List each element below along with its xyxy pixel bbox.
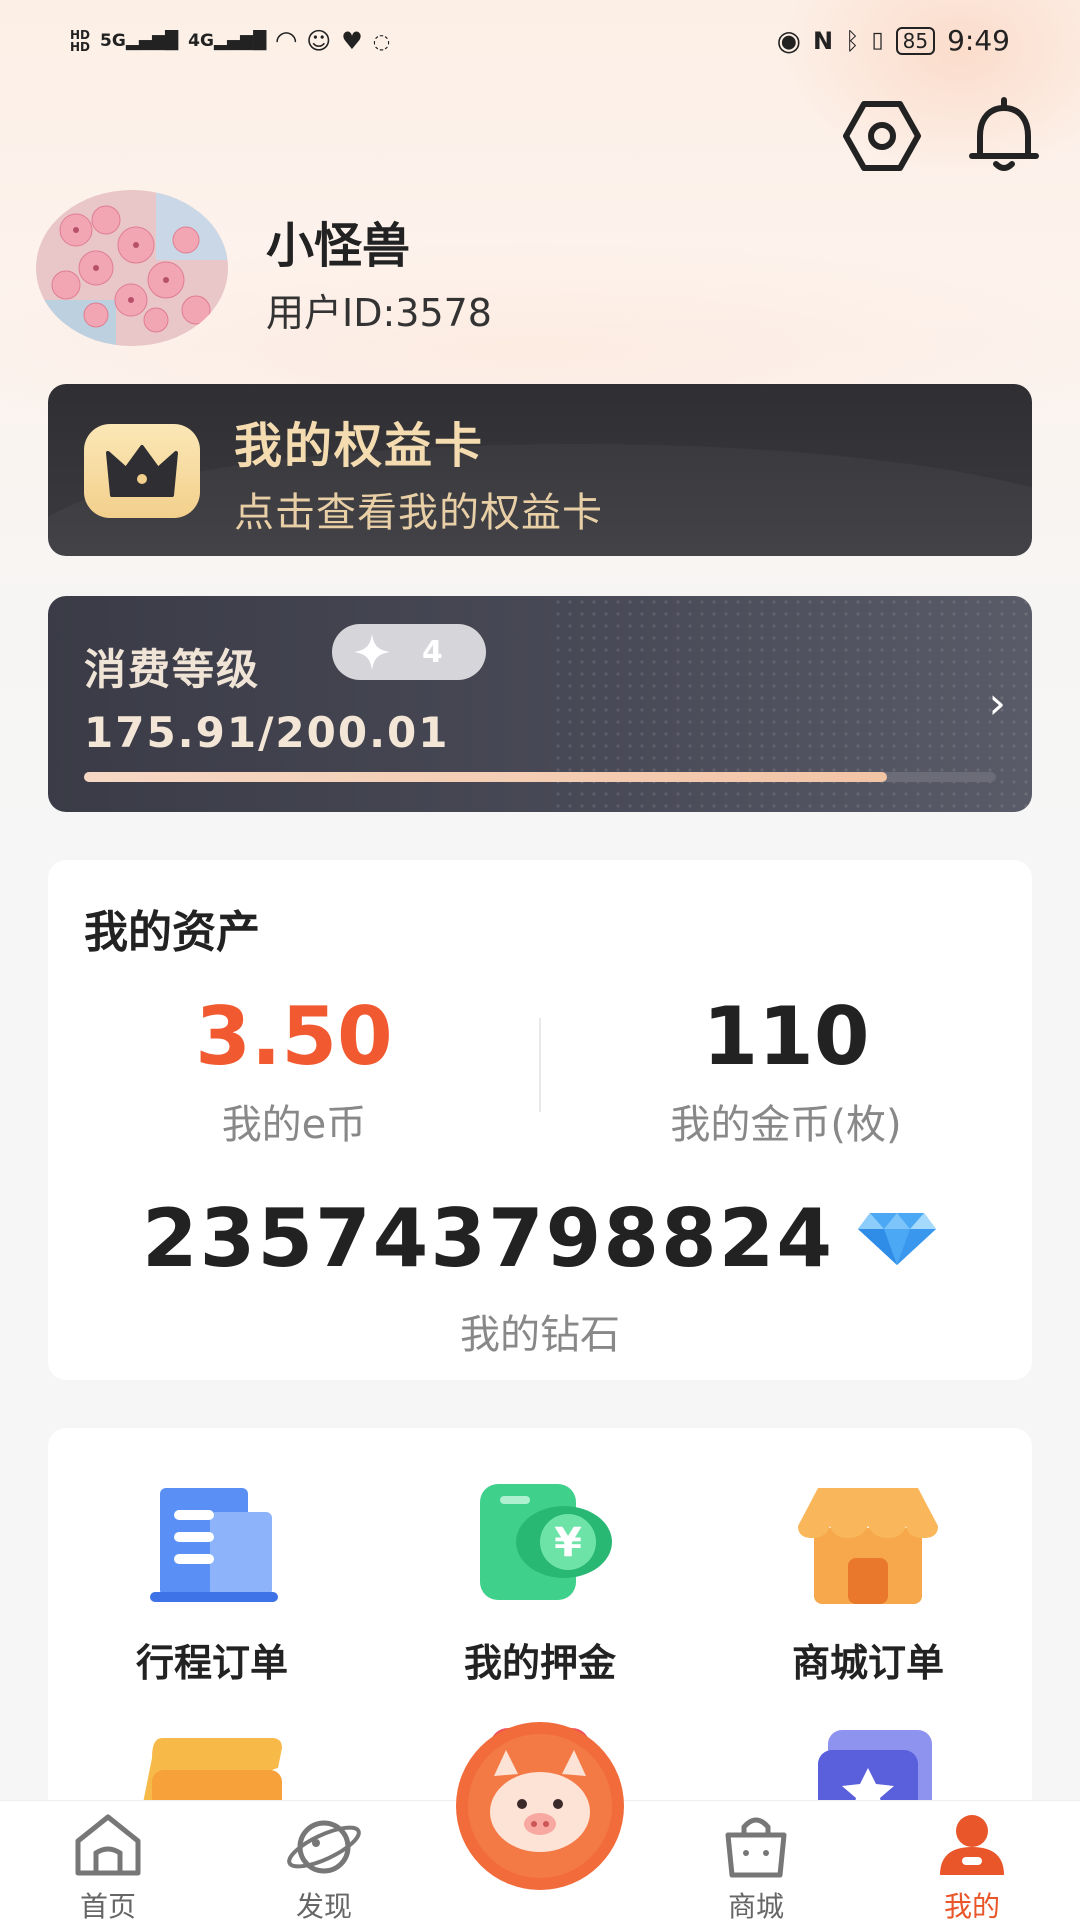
- settings-hexagon-icon[interactable]: [842, 96, 922, 176]
- service-label: 我的押金: [463, 1641, 616, 1685]
- status-left: HD HD 5G▂▄▆█ 4G▂▄▆█ ◠ ☺ ♥ ◌: [70, 26, 390, 56]
- diamond-row[interactable]: 235743798824: [48, 1192, 1032, 1285]
- nfc-icon: N: [813, 26, 834, 55]
- service-deposit[interactable]: ¥ 我的押金: [376, 1480, 704, 1687]
- level-number: 4: [422, 634, 443, 670]
- diamond-label: 我的钻石: [460, 1312, 620, 1358]
- hd-indicator: HD HD: [70, 28, 91, 54]
- user-id: 用户ID:3578: [266, 291, 492, 335]
- service-label: 行程订单: [135, 1641, 288, 1685]
- app-notification-icon: ☺: [306, 27, 332, 55]
- profile-icon: [932, 1809, 1012, 1881]
- status-bar: HD HD 5G▂▄▆█ 4G▂▄▆█ ◠ ☺ ♥ ◌ ◉ N ᛒ ▯ 85 9:…: [0, 20, 1080, 64]
- svg-text:¥: ¥: [554, 1520, 582, 1566]
- level-progress-fill: [84, 772, 887, 782]
- chevron-right-icon: ›: [988, 678, 1006, 729]
- assets-title: 我的资产: [84, 907, 260, 958]
- diamond-icon: [857, 1212, 936, 1265]
- ecoin-value[interactable]: 3.50: [48, 990, 540, 1083]
- app-notification-icon: ◌: [372, 29, 391, 53]
- bell-icon[interactable]: [964, 96, 1044, 176]
- gold-label[interactable]: 我的金币(枚): [540, 1092, 1032, 1150]
- service-trip-order[interactable]: 行程订单: [48, 1480, 376, 1687]
- battery-indicator: 85: [895, 26, 936, 55]
- consumption-level-card[interactable]: 消费等级 4 175.91/200.01 ›: [48, 596, 1032, 812]
- diamond-value: 235743798824: [142, 1192, 834, 1285]
- nav-profile[interactable]: 我的: [902, 1809, 1042, 1920]
- shop-bag-icon: [716, 1809, 796, 1881]
- deposit-icon: ¥: [460, 1480, 620, 1610]
- nav-label: 我的: [943, 1890, 1000, 1920]
- rights-card-title: 我的权益卡: [234, 418, 485, 474]
- service-shop-order[interactable]: 商城订单: [704, 1480, 1032, 1687]
- avatar[interactable]: [36, 190, 228, 346]
- wifi-icon: ◠: [276, 26, 297, 56]
- eye-icon: ◉: [776, 24, 802, 57]
- nav-label: 首页: [79, 1890, 136, 1920]
- status-right: ◉ N ᛒ ▯ 85 9:49: [777, 24, 1010, 57]
- ecoin-label[interactable]: 我的e币: [48, 1092, 540, 1150]
- service-label: 商城订单: [791, 1641, 944, 1685]
- assets-panel: 我的资产 3.50 我的e币 110 我的金币(枚) 235743798824 …: [48, 860, 1032, 1380]
- level-progress-value: 175.91/200.01: [84, 708, 450, 757]
- nav-label: 发现: [295, 1890, 352, 1920]
- rights-card-subtitle: 点击查看我的权益卡: [234, 490, 603, 536]
- profile-page: HD HD 5G▂▄▆█ 4G▂▄▆█ ◠ ☺ ♥ ◌ ◉ N ᛒ ▯ 85 9:…: [0, 0, 1080, 1920]
- shop-order-icon: [788, 1480, 948, 1610]
- nav-home[interactable]: 首页: [38, 1809, 178, 1920]
- signal-5g-icon: 5G▂▄▆█: [100, 31, 179, 51]
- home-icon: [68, 1809, 148, 1881]
- trip-order-icon: [132, 1480, 292, 1610]
- heart-icon: ♥: [341, 27, 363, 55]
- nav-label: 商城: [727, 1890, 784, 1920]
- level-badge: 4: [332, 624, 486, 680]
- bluetooth-icon: ᛒ: [845, 26, 860, 55]
- clock: 9:49: [947, 24, 1010, 57]
- star-sparkle-icon: [354, 634, 390, 670]
- vibrate-icon: ▯: [871, 28, 884, 53]
- crown-icon: [84, 424, 200, 518]
- nav-discover[interactable]: 发现: [254, 1809, 394, 1920]
- discover-planet-icon: [284, 1809, 364, 1881]
- center-mascot-button[interactable]: [454, 1720, 626, 1892]
- rights-card[interactable]: 我的权益卡 点击查看我的权益卡: [48, 384, 1032, 556]
- level-progress-bar: [84, 772, 996, 782]
- nav-shop[interactable]: 商城: [686, 1809, 826, 1920]
- gold-value[interactable]: 110: [540, 990, 1032, 1083]
- signal-4g-icon: 4G▂▄▆█: [188, 31, 267, 51]
- username: 小怪兽: [266, 218, 411, 274]
- level-title: 消费等级: [84, 645, 261, 694]
